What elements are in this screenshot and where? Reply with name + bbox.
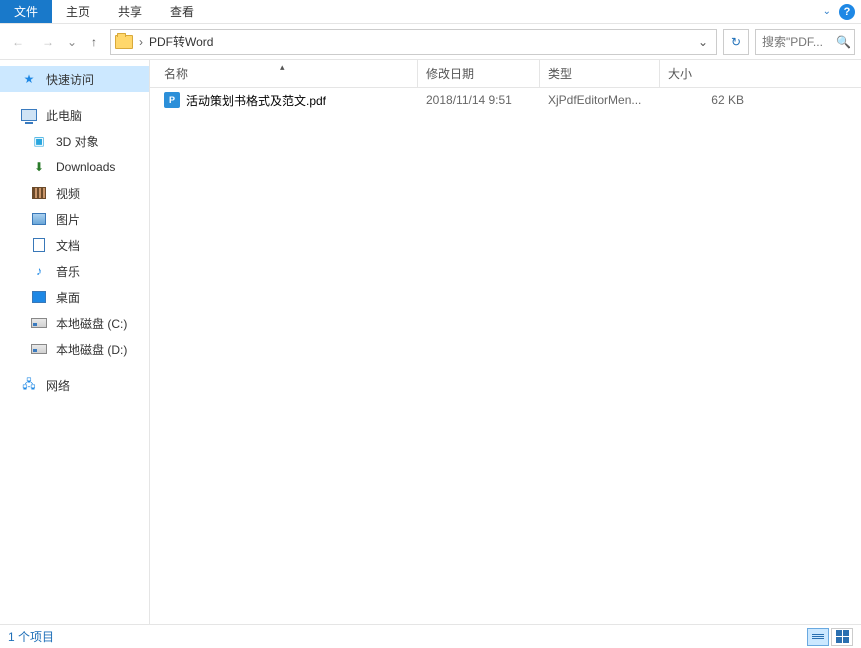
sidebar-item-label: 快速访问 [46,71,94,88]
menu-home[interactable]: 主页 [52,0,104,23]
sidebar-item-label: 本地磁盘 (C:) [56,315,127,332]
sidebar-quick-access[interactable]: ★ 快速访问 [0,66,149,92]
sort-indicator-icon: ▴ [280,62,285,73]
nav-recent-dropdown[interactable]: ⌄ [66,30,78,54]
refresh-button[interactable]: ↻ [723,29,749,55]
sidebar-item-label: 视频 [56,185,80,202]
sidebar-item-desktop[interactable]: 桌面 [0,284,149,310]
search-input[interactable] [762,35,832,49]
sidebar: ★ 快速访问 此电脑 ▣ 3D 对象 ⬇ Downloads 视频 [0,60,150,624]
nav-forward-button[interactable]: → [36,30,60,54]
sidebar-item-3d-objects[interactable]: ▣ 3D 对象 [0,128,149,154]
file-size: 62 KB [660,93,760,107]
document-icon [30,237,48,253]
sidebar-item-downloads[interactable]: ⬇ Downloads [0,154,149,180]
view-details-button[interactable] [807,628,829,646]
breadcrumb-separator: › [139,35,143,49]
column-date[interactable]: 修改日期 [418,60,540,87]
sidebar-item-label: 网络 [46,377,70,394]
cube-icon: ▣ [30,133,48,149]
search-box[interactable]: 🔍 [755,29,855,55]
desktop-icon [30,289,48,305]
file-date: 2018/11/14 9:51 [418,93,540,107]
column-headers: 名称 ▴ 修改日期 类型 大小 [150,60,861,88]
column-size[interactable]: 大小 [660,60,760,87]
download-icon: ⬇ [30,159,48,175]
sidebar-item-label: 本地磁盘 (D:) [56,341,127,358]
breadcrumb-folder[interactable]: PDF转Word [149,33,688,50]
address-bar[interactable]: › PDF转Word ⌄ [110,29,717,55]
menu-view[interactable]: 查看 [156,0,208,23]
video-icon [30,185,48,201]
column-name[interactable]: 名称 ▴ [160,60,418,87]
sidebar-item-label: 此电脑 [46,107,82,124]
file-rows: P 活动策划书格式及范文.pdf 2018/11/14 9:51 XjPdfEd… [150,88,861,624]
main-area: ★ 快速访问 此电脑 ▣ 3D 对象 ⬇ Downloads 视频 [0,60,861,624]
sidebar-item-documents[interactable]: 文档 [0,232,149,258]
sidebar-item-pictures[interactable]: 图片 [0,206,149,232]
details-view-icon [812,634,824,639]
file-row[interactable]: P 活动策划书格式及范文.pdf 2018/11/14 9:51 XjPdfEd… [150,88,861,112]
sidebar-item-label: Downloads [56,160,115,174]
music-icon: ♪ [30,263,48,279]
column-type[interactable]: 类型 [540,60,660,87]
column-label: 名称 [164,65,188,82]
disk-icon [30,315,48,331]
sidebar-item-music[interactable]: ♪ 音乐 [0,258,149,284]
menu-bar: 文件 主页 共享 查看 ⌄ ? [0,0,861,24]
address-history-dropdown[interactable]: ⌄ [694,35,712,49]
large-icons-view-icon [836,630,849,643]
search-icon: 🔍 [836,35,851,49]
sidebar-network[interactable]: 🖧 网络 [0,372,149,398]
nav-up-button[interactable]: ↑ [84,35,104,49]
view-large-icons-button[interactable] [831,628,853,646]
sidebar-item-disk-d[interactable]: 本地磁盘 (D:) [0,336,149,362]
status-bar: 1 个项目 [0,624,861,648]
sidebar-item-label: 3D 对象 [56,133,99,150]
nav-bar: ← → ⌄ ↑ › PDF转Word ⌄ ↻ 🔍 [0,24,861,60]
file-type: XjPdfEditorMen... [540,93,660,107]
image-icon [30,211,48,227]
sidebar-this-pc[interactable]: 此电脑 [0,102,149,128]
pc-icon [20,107,38,123]
star-icon: ★ [20,71,38,87]
file-pane: 名称 ▴ 修改日期 类型 大小 P 活动策划书格式及范文.pdf 2018/11… [150,60,861,624]
sidebar-item-label: 音乐 [56,263,80,280]
sidebar-item-label: 桌面 [56,289,80,306]
folder-icon [115,35,133,49]
file-name: 活动策划书格式及范文.pdf [186,92,326,109]
disk-icon [30,341,48,357]
ribbon-expand-icon[interactable]: ⌄ [823,6,831,17]
nav-back-button[interactable]: ← [6,30,30,54]
menu-share[interactable]: 共享 [104,0,156,23]
sidebar-item-label: 文档 [56,237,80,254]
pdf-icon: P [164,92,180,108]
sidebar-item-label: 图片 [56,211,80,228]
sidebar-item-disk-c[interactable]: 本地磁盘 (C:) [0,310,149,336]
status-item-count: 1 个项目 [8,628,54,645]
menu-file[interactable]: 文件 [0,0,52,23]
help-icon[interactable]: ? [839,4,855,20]
network-icon: 🖧 [20,377,38,393]
sidebar-item-videos[interactable]: 视频 [0,180,149,206]
